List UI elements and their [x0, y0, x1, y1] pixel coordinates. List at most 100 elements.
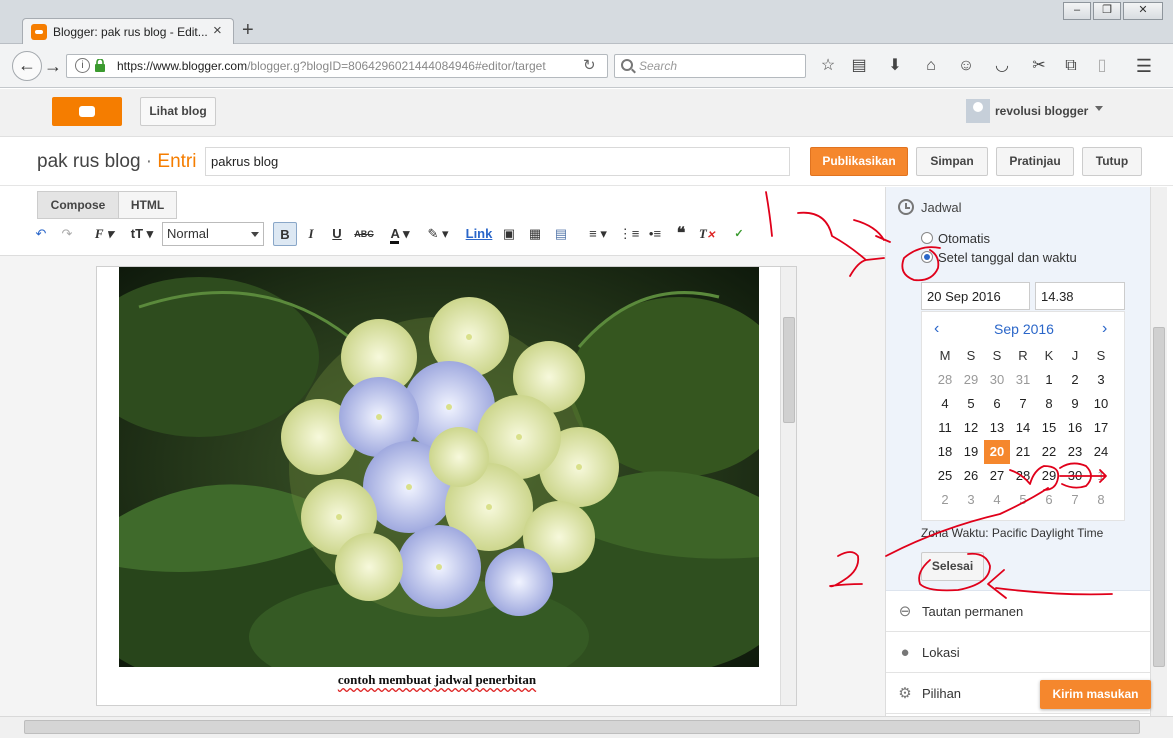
calendar-day[interactable]: 29 [958, 368, 984, 392]
redo-icon[interactable]: ↷ [56, 222, 78, 246]
sidebar-item-location[interactable]: ● Lokasi [886, 632, 1151, 673]
smiley-icon[interactable]: ☺ [956, 56, 976, 76]
chevron-down-icon[interactable] [1095, 106, 1103, 111]
send-feedback-button[interactable]: Kirim masukan [1040, 680, 1151, 709]
align-icon[interactable]: ≡ ▾ [582, 222, 614, 246]
search-input[interactable]: Search [614, 54, 806, 78]
calendar-day[interactable]: 7 [1062, 488, 1088, 512]
calendar-day[interactable]: 19 [958, 440, 984, 464]
radio-set-date-time-label[interactable]: Setel tanggal dan waktu [938, 250, 1077, 265]
calendar-day[interactable]: 15 [1036, 416, 1062, 440]
reload-icon[interactable]: ↻ [583, 56, 596, 74]
text-color-icon[interactable]: A ▾ [384, 222, 416, 246]
site-info-icon[interactable]: i [75, 58, 90, 73]
image-caption[interactable]: contoh membuat jadwal penerbitan [97, 672, 777, 688]
calendar-day[interactable]: 8 [1036, 392, 1062, 416]
calendar-day[interactable]: 20 [984, 440, 1010, 464]
back-button[interactable]: ← [12, 51, 42, 81]
save-button[interactable]: Simpan [916, 147, 988, 176]
undo-icon[interactable]: ↶ [30, 222, 52, 246]
tab-close-icon[interactable]: × [213, 22, 222, 39]
post-body-editor[interactable]: contoh membuat jadwal penerbitan [96, 266, 797, 706]
hydrangea-photo[interactable] [119, 267, 759, 667]
calendar-day[interactable]: 27 [984, 464, 1010, 488]
calendar-day[interactable]: 31 [1010, 368, 1036, 392]
home-icon[interactable]: ⌂ [921, 56, 941, 76]
post-title-input[interactable]: pakrus blog [205, 147, 790, 176]
radio-automatic-label[interactable]: Otomatis [938, 231, 990, 246]
calendar-day[interactable]: 3 [1088, 368, 1114, 392]
calendar-day[interactable]: 28 [1010, 464, 1036, 488]
calendar-day[interactable]: 16 [1062, 416, 1088, 440]
address-bar[interactable]: i https://www.blogger.com/blogger.g?blog… [66, 54, 608, 78]
quote-icon[interactable]: ❝ [670, 222, 692, 246]
reading-list-icon[interactable]: ▤ [849, 56, 869, 76]
radio-automatic[interactable] [921, 232, 933, 244]
date-input[interactable]: 20 Sep 2016 [921, 282, 1030, 310]
sidebar-item-permalink[interactable]: ⊖ Tautan permanen [886, 591, 1151, 632]
calendar-day[interactable]: 7 [1010, 392, 1036, 416]
calendar-day[interactable]: 6 [984, 392, 1010, 416]
underline-button[interactable]: U [326, 222, 348, 246]
calendar-day[interactable]: 3 [958, 488, 984, 512]
calendar-day[interactable]: 17 [1088, 416, 1114, 440]
calendar-day[interactable]: 22 [1036, 440, 1062, 464]
font-size-icon[interactable]: tT ▾ [126, 222, 158, 246]
calendar-day[interactable]: 28 [932, 368, 958, 392]
page-horizontal-scrollbar[interactable] [0, 716, 1173, 738]
calendar-day[interactable]: 8 [1088, 488, 1114, 512]
close-button[interactable]: Tutup [1082, 147, 1142, 176]
calendar-day[interactable]: 30 [1062, 464, 1088, 488]
publish-button[interactable]: Publikasikan [810, 147, 908, 176]
bullet-list-icon[interactable]: •≡ [644, 222, 666, 246]
clipboard-icon[interactable]: ▯ [1092, 56, 1112, 76]
editor-scrollbar[interactable] [780, 267, 796, 705]
calendar-day[interactable]: 18 [932, 440, 958, 464]
new-tab-button[interactable]: + [242, 19, 254, 41]
url-text[interactable]: https://www.blogger.com/blogger.g?blogID… [117, 59, 546, 73]
translate-icon[interactable]: ⧉ [1061, 56, 1081, 76]
radio-set-date-time[interactable] [921, 251, 933, 263]
calendar-day[interactable]: 4 [984, 488, 1010, 512]
forward-button[interactable]: → [44, 56, 62, 77]
sidebar-scrollbar[interactable] [1150, 187, 1167, 717]
link-button[interactable]: Link [464, 222, 494, 246]
calendar-day[interactable]: 6 [1036, 488, 1062, 512]
italic-button[interactable]: I [300, 222, 322, 246]
calendar-day[interactable]: 5 [1010, 488, 1036, 512]
menu-hamburger-icon[interactable]: ☰ [1134, 56, 1154, 76]
jump-break-icon[interactable]: ▤ [550, 222, 572, 246]
tab-html[interactable]: HTML [118, 191, 177, 219]
strikethrough-button[interactable]: ABC [352, 222, 376, 246]
calendar-day[interactable]: 26 [958, 464, 984, 488]
insert-image-icon[interactable]: ▣ [498, 222, 520, 246]
calendar-day[interactable]: 30 [984, 368, 1010, 392]
calendar-day[interactable]: 2 [1062, 368, 1088, 392]
insert-video-icon[interactable]: ▦ [524, 222, 546, 246]
calendar-day[interactable]: 21 [1010, 440, 1036, 464]
calendar-day[interactable]: 4 [932, 392, 958, 416]
sidebar-scrollbar-thumb[interactable] [1153, 327, 1165, 667]
browser-tab[interactable]: Blogger: pak rus blog - Edit... × [22, 18, 234, 45]
calendar-day[interactable]: 2 [932, 488, 958, 512]
scissors-icon[interactable]: ✂ [1029, 56, 1049, 76]
window-close-button[interactable]: ✕ [1123, 2, 1163, 20]
calendar-day[interactable]: 1 [1036, 368, 1062, 392]
done-button[interactable]: Selesai [921, 552, 984, 581]
calendar-day[interactable]: 5 [958, 392, 984, 416]
minimize-button[interactable]: – [1063, 2, 1091, 20]
calendar-day[interactable]: 13 [984, 416, 1010, 440]
horizontal-scrollbar-thumb[interactable] [24, 720, 1140, 734]
preview-button[interactable]: Pratinjau [996, 147, 1074, 176]
tab-compose[interactable]: Compose [37, 191, 119, 219]
calendar-day[interactable]: 24 [1088, 440, 1114, 464]
font-family-icon[interactable]: F ▾ [88, 222, 120, 246]
calendar-day[interactable]: 9 [1062, 392, 1088, 416]
blogger-logo[interactable] [52, 97, 122, 126]
calendar-day[interactable]: 1 [1088, 464, 1114, 488]
highlight-color-icon[interactable]: ✎ ▾ [422, 222, 454, 246]
view-blog-button[interactable]: Lihat blog [140, 97, 216, 126]
calendar-day[interactable]: 14 [1010, 416, 1036, 440]
maximize-button[interactable]: ❐ [1093, 2, 1121, 20]
paragraph-format-select[interactable]: Normal [162, 222, 264, 246]
